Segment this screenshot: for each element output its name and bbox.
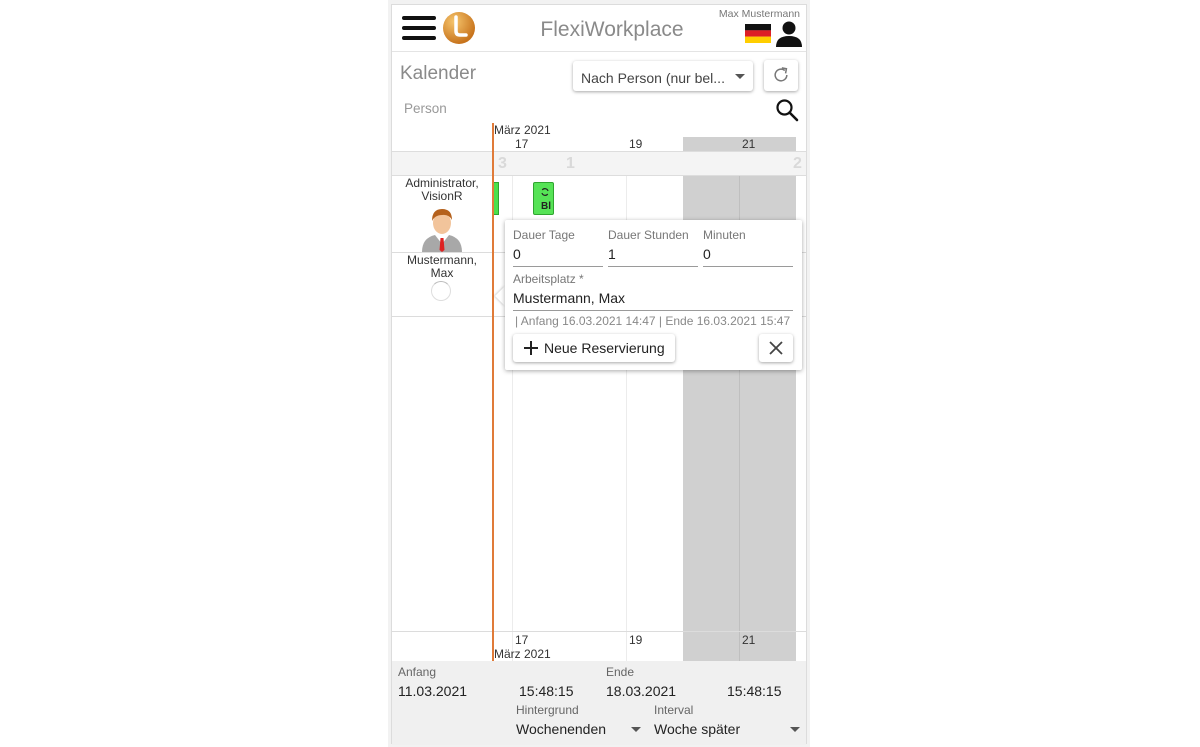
bottom-panel: Anfang 11.03.2021 15:48:15 Ende 18.03.20… [392, 661, 806, 745]
recurring-icon [541, 188, 549, 196]
month-label-top: März 2021 [494, 123, 551, 137]
field-underline [513, 266, 603, 267]
person-filter-label[interactable]: Person [404, 101, 447, 116]
booking-label: Bl [541, 201, 551, 212]
start-date-field[interactable]: 11.03.2021 [398, 683, 467, 699]
field-underline [513, 310, 793, 311]
refresh-icon [774, 67, 788, 82]
resource-name[interactable]: Administrator, VisionR [396, 177, 488, 203]
plus-icon [524, 341, 538, 355]
day-label: 17 [515, 137, 529, 151]
username: Max Mustermann [718, 8, 800, 20]
menu-icon[interactable] [402, 15, 436, 41]
refresh-button[interactable] [764, 60, 798, 91]
band-number: 2 [793, 155, 802, 172]
band-number: 1 [566, 155, 575, 172]
row-divider [392, 631, 806, 632]
end-label: Ende [606, 665, 635, 679]
background-select[interactable]: Wochenenden [516, 721, 606, 737]
view-select-value: Nach Person (nur bel... [581, 70, 725, 86]
time-range-info: | Anfang 16.03.2021 14:47 | Ende 16.03.2… [515, 314, 791, 328]
reservation-popup: Dauer Tage 0 Dauer Stunden 1 Minuten 0 A… [505, 220, 802, 370]
hours-field[interactable]: 1 [608, 246, 616, 262]
chevron-down-icon [735, 74, 745, 79]
end-time-field[interactable]: 15:48:15 [727, 683, 782, 699]
person-avatar [422, 209, 462, 252]
field-underline [608, 266, 698, 267]
resource-name[interactable]: Mustermann, Max [396, 254, 488, 280]
loading-spinner [431, 281, 451, 301]
app-title: FlexiWorkplace [540, 18, 684, 41]
german-flag-icon[interactable] [745, 24, 771, 43]
minutes-label: Minuten [703, 228, 746, 242]
user-icon[interactable] [775, 20, 803, 48]
day-label: 17 [515, 633, 529, 647]
month-label-bottom: März 2021 [494, 647, 551, 661]
app-frame: FlexiWorkplace Max Mustermann Kalender N… [391, 4, 807, 745]
new-reservation-button[interactable]: Neue Reservierung [513, 334, 675, 362]
chevron-down-icon[interactable] [790, 727, 800, 732]
search-icon[interactable] [775, 98, 799, 122]
close-button[interactable] [759, 334, 793, 362]
close-icon [769, 341, 783, 355]
week-band [392, 151, 806, 176]
day-label: 21 [742, 137, 756, 151]
app-logo [443, 12, 475, 44]
popup-arrow [495, 286, 505, 306]
workplace-field[interactable]: Mustermann, Max [513, 290, 625, 306]
start-label: Anfang [398, 665, 437, 679]
workplace-label: Arbeitsplatz * [513, 272, 584, 286]
booking-block[interactable]: Bl [533, 182, 554, 215]
current-time-line [492, 123, 494, 661]
days-label: Dauer Tage [513, 228, 575, 242]
background-label: Hintergrund [516, 703, 579, 717]
day-label: 19 [629, 633, 643, 647]
new-reservation-label: Neue Reservierung [544, 340, 665, 356]
end-date-field[interactable]: 18.03.2021 [606, 683, 676, 699]
chevron-down-icon[interactable] [631, 727, 641, 732]
band-number: 3 [498, 155, 507, 172]
hours-label: Dauer Stunden [608, 228, 689, 242]
page-title: Kalender [400, 63, 477, 84]
minutes-field[interactable]: 0 [703, 246, 711, 262]
days-field[interactable]: 0 [513, 246, 521, 262]
interval-label: Interval [654, 703, 694, 717]
interval-select[interactable]: Woche später [654, 721, 740, 737]
day-label: 19 [629, 137, 643, 151]
header-divider [392, 51, 806, 52]
day-label: 21 [742, 633, 756, 647]
view-select[interactable]: Nach Person (nur bel... [573, 61, 753, 91]
field-underline [703, 266, 793, 267]
start-time-field[interactable]: 15:48:15 [519, 683, 574, 699]
